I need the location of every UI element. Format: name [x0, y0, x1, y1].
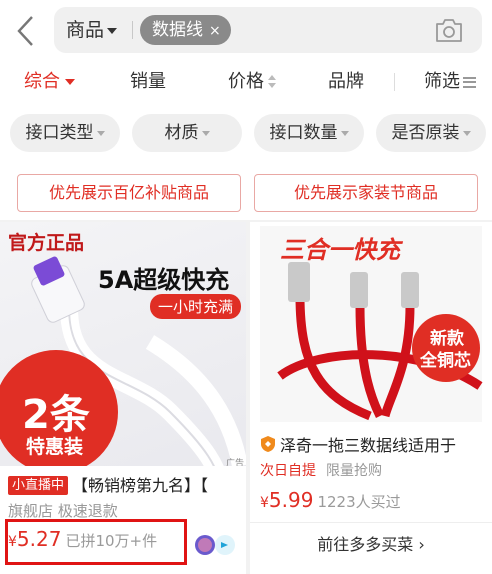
promo-subsidy-button[interactable]: 优先展示百亿补贴商品	[17, 174, 241, 212]
product-title[interactable]: 泽奇一拖三数据线适用于	[260, 432, 456, 456]
chevron-down-icon	[96, 130, 105, 136]
promo-bar: 优先展示百亿补贴商品 优先展示家装节商品	[0, 162, 492, 220]
product-card[interactable]: 三合一快充 新款 全铜芯 泽奇一拖三数据线适用于 次日自提 限量抢购 ¥5.99 1…	[250, 222, 492, 574]
brand-shield-icon	[261, 436, 275, 452]
sort-comprehensive[interactable]: 综合	[24, 62, 75, 102]
buyer-avatars-icon	[195, 535, 235, 555]
clear-chip-icon[interactable]: ×	[209, 23, 221, 39]
currency-symbol: ¥	[260, 495, 269, 511]
attr-label: 接口数量	[269, 123, 338, 143]
chevron-down-icon	[65, 79, 75, 85]
sort-order-icon	[268, 75, 276, 89]
filter-icon	[463, 76, 476, 88]
highlight-box	[5, 519, 187, 565]
chevron-down-icon	[462, 130, 471, 136]
ad-label: 广告	[226, 459, 245, 466]
sort-label: 价格	[228, 71, 264, 92]
sort-sales[interactable]: 销量	[130, 62, 166, 102]
attribute-filter-bar: 接口类型 材质 接口数量 是否原装	[0, 102, 492, 162]
image-banner: 三合一快充	[280, 236, 400, 264]
attr-interface-count[interactable]: 接口数量	[254, 114, 364, 152]
attr-label: 是否原装	[391, 123, 460, 143]
top-bar: 商品 数据线 ×	[0, 0, 492, 62]
product-card[interactable]: 官方正品 5A超级快充 一小时充满 2条 特惠装 广告 小直播中 【畅销榜第九名】…	[0, 222, 246, 574]
sort-bar: 综合 销量 价格 品牌 筛选	[0, 62, 492, 102]
tag-limited: 限量抢购	[326, 463, 382, 479]
search-scope-dropdown[interactable]: 商品	[66, 7, 118, 53]
query-chip-label: 数据线	[152, 20, 203, 40]
chevron-down-icon	[201, 130, 210, 136]
product-title-text: 泽奇一拖三数据线适用于	[280, 436, 457, 455]
product-subtitle: 旗舰店 极速退款	[8, 502, 118, 520]
sort-price[interactable]: 价格	[228, 62, 276, 102]
sort-label: 综合	[24, 71, 60, 92]
back-arrow-icon[interactable]	[12, 12, 42, 50]
sort-brand[interactable]: 品牌	[328, 62, 364, 102]
chevron-down-icon	[107, 27, 118, 34]
attr-label: 材质	[164, 123, 199, 143]
product-title-text: 【畅销榜第九名】【	[72, 476, 209, 495]
image-deal: 特惠装	[26, 436, 84, 458]
tag-next-day-pickup: 次日自提	[260, 463, 316, 479]
divider	[394, 73, 395, 91]
product-image[interactable]: 官方正品 5A超级快充 一小时充满 2条 特惠装 广告	[0, 222, 246, 466]
search-scope-label: 商品	[66, 19, 105, 41]
official-label: 官方正品	[8, 232, 85, 254]
image-badge-line2: 全铜芯	[420, 351, 471, 371]
live-badge: 小直播中	[8, 476, 69, 495]
query-chip[interactable]: 数据线 ×	[140, 15, 231, 45]
chevron-down-icon	[340, 130, 349, 136]
search-box[interactable]: 商品 数据线 ×	[54, 7, 482, 53]
camera-icon[interactable]	[434, 16, 464, 44]
image-ribbon: 一小时充满	[150, 294, 242, 319]
divider	[132, 21, 133, 39]
attr-label: 接口类型	[25, 123, 94, 143]
product-title[interactable]: 小直播中 【畅销榜第九名】【	[8, 472, 208, 496]
image-headline: 5A超级快充	[98, 266, 230, 294]
product-price: 5.99	[268, 488, 314, 512]
sold-count: 1223人买过	[317, 493, 401, 511]
go-maicai-label: 前往多多买菜 ›	[317, 535, 425, 554]
sort-label: 销量	[130, 71, 166, 92]
go-maicai-button[interactable]: 前往多多买菜 ›	[250, 522, 492, 566]
attr-material[interactable]: 材质	[132, 114, 242, 152]
product-tags: 次日自提 限量抢购	[260, 460, 392, 480]
sort-label: 品牌	[328, 71, 364, 92]
filter-label: 筛选	[424, 71, 460, 92]
attr-is-original[interactable]: 是否原装	[376, 114, 486, 152]
product-image[interactable]: 三合一快充 新款 全铜芯	[250, 222, 492, 466]
promo-home-festival-button[interactable]: 优先展示家装节商品	[254, 174, 478, 212]
filter-button[interactable]: 筛选	[424, 62, 476, 102]
attr-interface-type[interactable]: 接口类型	[10, 114, 120, 152]
price-row: ¥5.99 1223人买过	[260, 488, 401, 512]
